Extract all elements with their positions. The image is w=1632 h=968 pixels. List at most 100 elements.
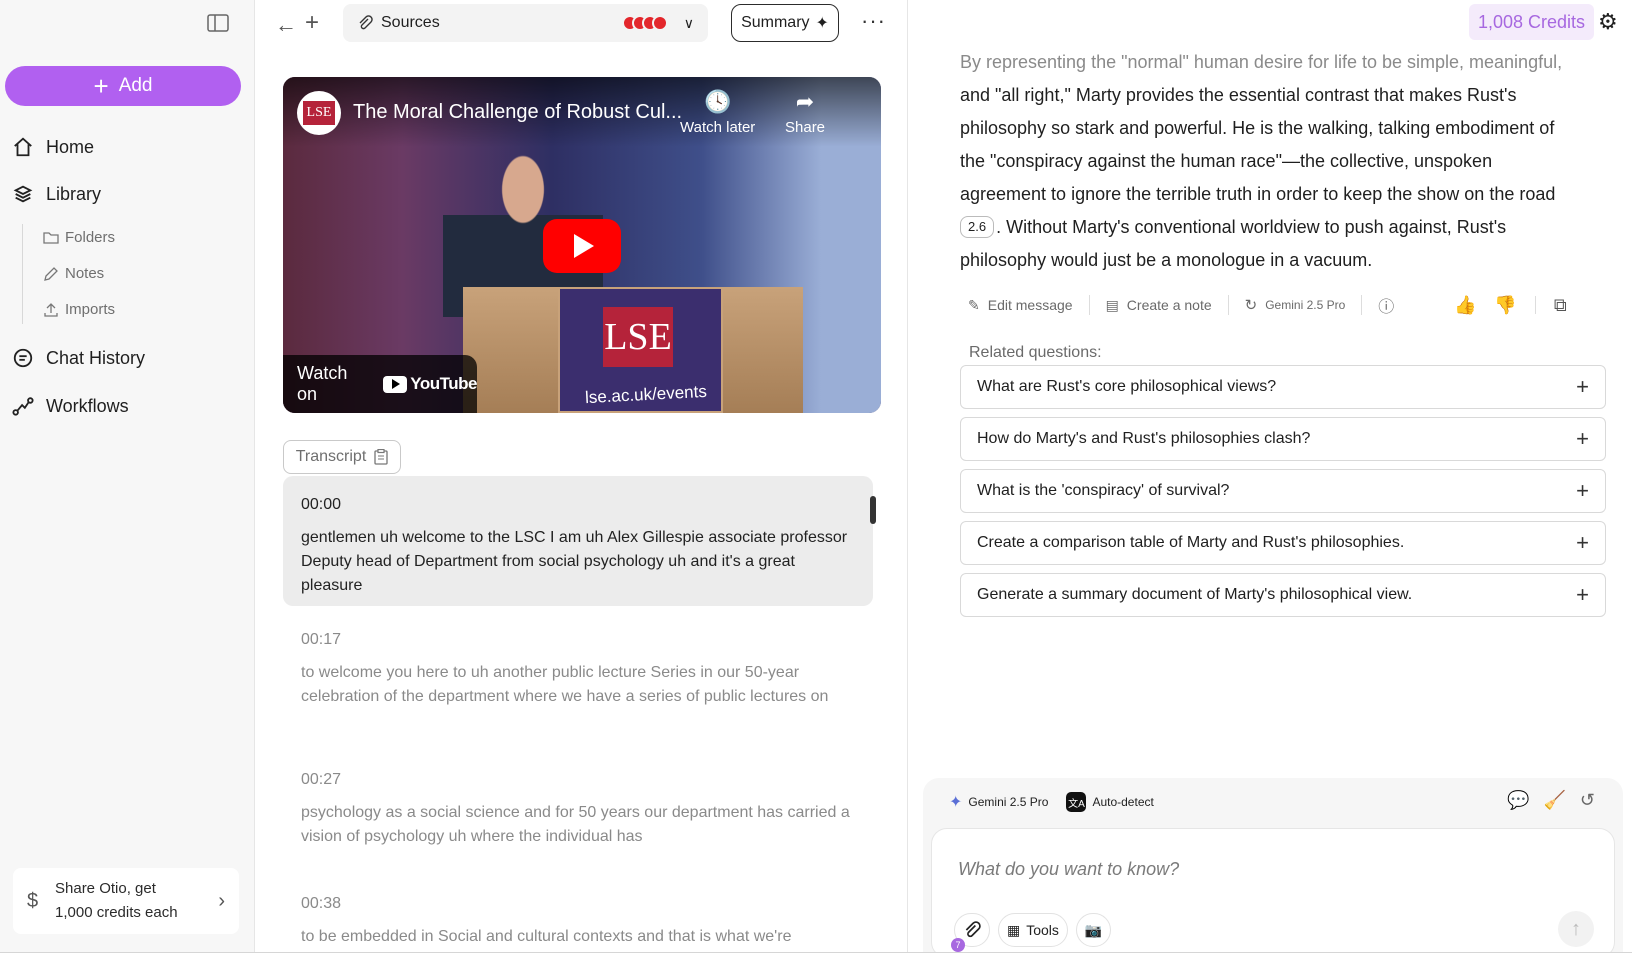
related-question-text: Create a comparison table of Marty and R…	[977, 534, 1405, 551]
watch-later-button[interactable]: 🕓 Watch later	[680, 89, 755, 136]
back-arrow-icon[interactable]: ←	[275, 12, 297, 38]
regenerate-model-button[interactable]: ↻ Gemini 2.5 Pro	[1245, 296, 1346, 314]
history-icon[interactable]: ↺	[1580, 790, 1595, 811]
transcript-entry[interactable]: 00:17 to welcome you here to uh another …	[283, 631, 873, 709]
watch-later-label: Watch later	[680, 119, 756, 136]
new-tab-plus-icon[interactable]: +	[305, 9, 319, 37]
related-question-text: How do Marty's and Rust's philosophies c…	[977, 430, 1311, 447]
nav-item-label: Chat History	[46, 347, 146, 368]
related-questions-label: Related questions:	[969, 344, 1102, 361]
share-video-label: Share	[785, 119, 826, 136]
create-note-button[interactable]: ▤ Create a note	[1106, 297, 1212, 314]
transcript-entry[interactable]: 00:38 to be embedded in Social and cultu…	[283, 895, 873, 949]
transcript-text: to be embedded in Social and cultural co…	[301, 928, 792, 945]
grid-icon: ▦	[1007, 921, 1021, 938]
sidebar-toggle-icon[interactable]	[207, 14, 229, 32]
plus-icon: +	[1576, 582, 1589, 607]
add-button-label: Add	[118, 75, 153, 96]
related-question[interactable]: What are Rust's core philosophical views…	[960, 365, 1606, 409]
chat-composer: ✦ Gemini 2.5 Pro 文A Auto-detect 💬 🧹 ↺ Wh…	[923, 778, 1623, 968]
related-question[interactable]: Create a comparison table of Marty and R…	[960, 521, 1606, 565]
sparkle-icon: ✦	[815, 15, 829, 32]
message-actions: ✎ Edit message ▤ Create a note ↻ Gemini …	[968, 293, 1618, 317]
plus-icon: +	[1576, 478, 1589, 503]
chat-input-box[interactable]: What do you want to know? 7 ▦ Tools 📷 ↑	[931, 828, 1615, 958]
chat-history-icon	[13, 348, 33, 368]
transcript-scrollbar[interactable]	[870, 496, 876, 524]
nav-item-home[interactable]: Home	[12, 136, 94, 158]
video-title[interactable]: The Moral Challenge of Robust Cul...	[353, 101, 682, 124]
transcript-text: to welcome you here to uh another public…	[301, 664, 829, 705]
home-icon	[14, 137, 32, 157]
chat-input-placeholder[interactable]: What do you want to know?	[958, 859, 1179, 880]
transcript-timestamp[interactable]: 00:27	[301, 771, 855, 789]
tools-button[interactable]: ▦ Tools	[998, 913, 1068, 947]
transcript-timestamp[interactable]: 00:38	[301, 895, 855, 913]
nav-item-label: Workflows	[46, 395, 129, 416]
sources-dropdown[interactable]: Sources ∨	[343, 4, 708, 42]
nav-item-library[interactable]: Library	[12, 183, 101, 205]
sidebar: + Add Home Library Folders Notes Imports…	[0, 0, 255, 952]
add-button[interactable]: + Add	[5, 66, 241, 106]
nav-item-label: Home	[46, 136, 95, 157]
transcript-timestamp[interactable]: 00:00	[301, 496, 855, 514]
plus-icon: +	[1576, 530, 1589, 555]
summary-label: Summary	[741, 14, 810, 31]
answer-tail: . Without Marty's conventional worldview…	[960, 217, 1507, 270]
transcript-text: psychology as a social science and for 5…	[301, 804, 850, 845]
nav-item-chat-history[interactable]: Chat History	[12, 347, 145, 369]
transcript-entry[interactable]: 00:00 gentlemen uh welcome to the LSC I …	[283, 476, 873, 606]
paperclip-icon	[965, 921, 981, 938]
edit-message-label: Edit message	[987, 297, 1073, 313]
edit-message-button[interactable]: ✎ Edit message	[968, 297, 1073, 314]
pencil-icon	[44, 266, 58, 281]
send-button[interactable]: ↑	[1558, 911, 1594, 947]
gear-icon[interactable]: ⚙	[1598, 9, 1618, 35]
divider	[1088, 295, 1090, 315]
camera-icon: 📷	[1084, 921, 1103, 938]
sidebar-item-folders[interactable]: Folders	[43, 229, 115, 246]
thumbs-up-icon[interactable]: 👍	[1454, 295, 1476, 316]
sidebar-item-imports[interactable]: Imports	[43, 301, 115, 318]
share-video-button[interactable]: ➦ Share	[785, 89, 825, 136]
info-icon[interactable]: ⓘ	[1378, 293, 1394, 317]
credits-badge[interactable]: 1,008 Credits	[1469, 4, 1595, 40]
chevron-right-icon: ›	[218, 889, 225, 912]
citation-badge[interactable]: 2.6	[960, 216, 995, 238]
summary-button[interactable]: Summary ✦	[731, 4, 839, 42]
transcript-label: Transcript	[295, 448, 367, 465]
composer-top-icons: 💬 🧹 ↺	[1507, 790, 1595, 811]
share-line-1: Share Otio, get	[55, 880, 156, 897]
feedback-actions: 👍 👎 ⧉	[1454, 295, 1567, 316]
transcript-text: gentlemen uh welcome to the LSC I am uh …	[301, 529, 848, 594]
chat-panel: 1,008 Credits ⚙ By representing the "nor…	[908, 0, 1632, 968]
share-credits-card[interactable]: $ Share Otio, get 1,000 credits each ›	[13, 868, 239, 934]
related-question-text: What is the 'conspiracy' of survival?	[977, 482, 1230, 499]
related-question[interactable]: What is the 'conspiracy' of survival? +	[960, 469, 1606, 513]
watch-on-youtube-button[interactable]: Watch on YouTube	[283, 355, 477, 413]
divider	[1361, 295, 1363, 315]
clear-chat-icon[interactable]: 🧹	[1543, 790, 1565, 811]
youtube-embed[interactable]: LSE LSE The Moral Challenge of Robust Cu…	[283, 77, 881, 413]
nav-item-workflows[interactable]: Workflows	[12, 395, 129, 417]
transcript-button[interactable]: Transcript	[283, 440, 401, 474]
new-chat-icon[interactable]: 💬	[1507, 790, 1529, 811]
attach-button[interactable]: 7	[951, 913, 990, 952]
channel-logo[interactable]: LSE	[297, 91, 341, 135]
answer-line-faded: By representing the "normal" human desir…	[960, 52, 1563, 72]
related-question[interactable]: Generate a summary document of Marty's p…	[960, 573, 1606, 617]
language-selector[interactable]: 文A Auto-detect	[1066, 792, 1154, 812]
thumbs-down-icon[interactable]: 👎	[1494, 295, 1516, 316]
more-options-icon[interactable]: ···	[861, 8, 886, 34]
copy-icon[interactable]: ⧉	[1554, 295, 1567, 316]
sidebar-item-notes[interactable]: Notes	[43, 265, 104, 282]
play-button[interactable]	[543, 219, 621, 273]
refresh-icon: ↻	[1244, 297, 1258, 314]
related-question[interactable]: How do Marty's and Rust's philosophies c…	[960, 417, 1606, 461]
transcript-entry[interactable]: 00:27 psychology as a social science and…	[283, 771, 873, 849]
screenshot-button[interactable]: 📷	[1075, 913, 1112, 947]
pencil-icon: ✎	[968, 296, 980, 313]
model-selector[interactable]: ✦ Gemini 2.5 Pro	[949, 792, 1048, 812]
related-question-text: What are Rust's core philosophical views…	[977, 378, 1277, 395]
transcript-timestamp[interactable]: 00:17	[301, 631, 855, 649]
